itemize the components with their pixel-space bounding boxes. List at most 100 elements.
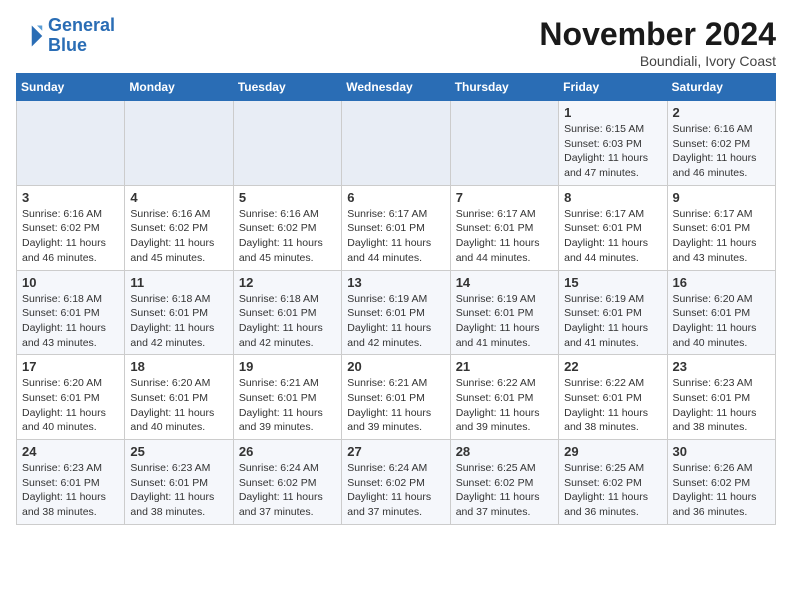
day-info: Sunrise: 6:23 AMSunset: 6:01 PMDaylight:…	[673, 376, 770, 435]
logo-line2: Blue	[48, 35, 87, 55]
calendar-cell: 10 Sunrise: 6:18 AMSunset: 6:01 PMDayligh…	[17, 270, 125, 355]
calendar-cell: 3 Sunrise: 6:16 AMSunset: 6:02 PMDaylight…	[17, 185, 125, 270]
logo-icon	[16, 22, 44, 50]
day-info: Sunrise: 6:23 AMSunset: 6:01 PMDaylight:…	[130, 461, 227, 520]
day-number: 3	[22, 190, 119, 205]
logo-text: General Blue	[48, 16, 115, 56]
day-number: 8	[564, 190, 661, 205]
day-info: Sunrise: 6:16 AMSunset: 6:02 PMDaylight:…	[130, 207, 227, 266]
calendar-cell: 21 Sunrise: 6:22 AMSunset: 6:01 PMDayligh…	[450, 355, 558, 440]
calendar-cell: 20 Sunrise: 6:21 AMSunset: 6:01 PMDayligh…	[342, 355, 450, 440]
week-row-5: 24 Sunrise: 6:23 AMSunset: 6:01 PMDayligh…	[17, 440, 776, 525]
day-info: Sunrise: 6:18 AMSunset: 6:01 PMDaylight:…	[130, 292, 227, 351]
day-info: Sunrise: 6:19 AMSunset: 6:01 PMDaylight:…	[564, 292, 661, 351]
day-number: 12	[239, 275, 336, 290]
day-number: 9	[673, 190, 770, 205]
day-info: Sunrise: 6:15 AMSunset: 6:03 PMDaylight:…	[564, 122, 661, 181]
day-number: 16	[673, 275, 770, 290]
day-number: 19	[239, 359, 336, 374]
day-number: 30	[673, 444, 770, 459]
calendar-cell: 17 Sunrise: 6:20 AMSunset: 6:01 PMDayligh…	[17, 355, 125, 440]
calendar-cell: 27 Sunrise: 6:24 AMSunset: 6:02 PMDayligh…	[342, 440, 450, 525]
header-saturday: Saturday	[667, 74, 775, 101]
week-row-4: 17 Sunrise: 6:20 AMSunset: 6:01 PMDayligh…	[17, 355, 776, 440]
day-number: 2	[673, 105, 770, 120]
day-info: Sunrise: 6:22 AMSunset: 6:01 PMDaylight:…	[456, 376, 553, 435]
day-info: Sunrise: 6:17 AMSunset: 6:01 PMDaylight:…	[564, 207, 661, 266]
calendar-cell: 23 Sunrise: 6:23 AMSunset: 6:01 PMDayligh…	[667, 355, 775, 440]
calendar-cell	[17, 101, 125, 186]
calendar-cell: 16Sunrise: 6:20 AMSunset: 6:01 PMDayligh…	[667, 270, 775, 355]
day-number: 5	[239, 190, 336, 205]
day-info: Sunrise: 6:18 AMSunset: 6:01 PMDaylight:…	[239, 292, 336, 351]
day-number: 29	[564, 444, 661, 459]
day-info: Sunrise: 6:17 AMSunset: 6:01 PMDaylight:…	[347, 207, 444, 266]
calendar-cell: 12 Sunrise: 6:18 AMSunset: 6:01 PMDayligh…	[233, 270, 341, 355]
calendar-cell: 8 Sunrise: 6:17 AMSunset: 6:01 PMDaylight…	[559, 185, 667, 270]
day-number: 23	[673, 359, 770, 374]
header-friday: Friday	[559, 74, 667, 101]
day-info: Sunrise: 6:26 AMSunset: 6:02 PMDaylight:…	[673, 461, 770, 520]
calendar-cell: 28 Sunrise: 6:25 AMSunset: 6:02 PMDayligh…	[450, 440, 558, 525]
week-row-2: 3 Sunrise: 6:16 AMSunset: 6:02 PMDaylight…	[17, 185, 776, 270]
calendar-cell	[342, 101, 450, 186]
day-info: Sunrise: 6:24 AMSunset: 6:02 PMDaylight:…	[347, 461, 444, 520]
day-number: 22	[564, 359, 661, 374]
calendar-cell: 22 Sunrise: 6:22 AMSunset: 6:01 PMDayligh…	[559, 355, 667, 440]
header-wednesday: Wednesday	[342, 74, 450, 101]
day-number: 25	[130, 444, 227, 459]
day-info: Sunrise: 6:25 AMSunset: 6:02 PMDaylight:…	[564, 461, 661, 520]
weekday-header-row: Sunday Monday Tuesday Wednesday Thursday…	[17, 74, 776, 101]
calendar-cell: 5 Sunrise: 6:16 AMSunset: 6:02 PMDaylight…	[233, 185, 341, 270]
calendar-cell: 30 Sunrise: 6:26 AMSunset: 6:02 PMDayligh…	[667, 440, 775, 525]
calendar-cell: 29 Sunrise: 6:25 AMSunset: 6:02 PMDayligh…	[559, 440, 667, 525]
day-info: Sunrise: 6:21 AMSunset: 6:01 PMDaylight:…	[239, 376, 336, 435]
day-info: Sunrise: 6:24 AMSunset: 6:02 PMDaylight:…	[239, 461, 336, 520]
calendar-cell: 2 Sunrise: 6:16 AMSunset: 6:02 PMDaylight…	[667, 101, 775, 186]
header-sunday: Sunday	[17, 74, 125, 101]
day-info: Sunrise: 6:21 AMSunset: 6:01 PMDaylight:…	[347, 376, 444, 435]
day-info: Sunrise: 6:19 AMSunset: 6:01 PMDaylight:…	[456, 292, 553, 351]
day-number: 13	[347, 275, 444, 290]
month-title: November 2024	[539, 16, 776, 53]
day-info: Sunrise: 6:22 AMSunset: 6:01 PMDaylight:…	[564, 376, 661, 435]
day-number: 27	[347, 444, 444, 459]
logo-line1: General	[48, 15, 115, 35]
day-info: Sunrise: 6:20 AMSunset: 6:01 PMDaylight:…	[22, 376, 119, 435]
day-info: Sunrise: 6:16 AMSunset: 6:02 PMDaylight:…	[239, 207, 336, 266]
day-number: 7	[456, 190, 553, 205]
day-number: 26	[239, 444, 336, 459]
day-info: Sunrise: 6:17 AMSunset: 6:01 PMDaylight:…	[456, 207, 553, 266]
day-info: Sunrise: 6:16 AMSunset: 6:02 PMDaylight:…	[673, 122, 770, 181]
day-number: 21	[456, 359, 553, 374]
day-info: Sunrise: 6:16 AMSunset: 6:02 PMDaylight:…	[22, 207, 119, 266]
day-number: 15	[564, 275, 661, 290]
day-info: Sunrise: 6:25 AMSunset: 6:02 PMDaylight:…	[456, 461, 553, 520]
day-number: 1	[564, 105, 661, 120]
calendar-cell: 13Sunrise: 6:19 AMSunset: 6:01 PMDayligh…	[342, 270, 450, 355]
day-info: Sunrise: 6:18 AMSunset: 6:01 PMDaylight:…	[22, 292, 119, 351]
header-monday: Monday	[125, 74, 233, 101]
day-number: 4	[130, 190, 227, 205]
calendar-cell: 18 Sunrise: 6:20 AMSunset: 6:01 PMDayligh…	[125, 355, 233, 440]
calendar-cell: 9 Sunrise: 6:17 AMSunset: 6:01 PMDaylight…	[667, 185, 775, 270]
day-info: Sunrise: 6:20 AMSunset: 6:01 PMDaylight:…	[130, 376, 227, 435]
calendar-cell: 15 Sunrise: 6:19 AMSunset: 6:01 PMDayligh…	[559, 270, 667, 355]
day-number: 14	[456, 275, 553, 290]
day-info: Sunrise: 6:17 AMSunset: 6:01 PMDaylight:…	[673, 207, 770, 266]
calendar-cell: 26 Sunrise: 6:24 AMSunset: 6:02 PMDayligh…	[233, 440, 341, 525]
day-number: 24	[22, 444, 119, 459]
calendar-cell: 14 Sunrise: 6:19 AMSunset: 6:01 PMDayligh…	[450, 270, 558, 355]
logo: General Blue	[16, 16, 115, 56]
calendar-cell	[125, 101, 233, 186]
header-tuesday: Tuesday	[233, 74, 341, 101]
day-number: 10	[22, 275, 119, 290]
day-number: 20	[347, 359, 444, 374]
day-number: 28	[456, 444, 553, 459]
page-header: General Blue November 2024 Boundiali, Iv…	[16, 16, 776, 69]
day-info: Sunrise: 6:23 AMSunset: 6:01 PMDaylight:…	[22, 461, 119, 520]
calendar-cell: 24 Sunrise: 6:23 AMSunset: 6:01 PMDayligh…	[17, 440, 125, 525]
day-number: 17	[22, 359, 119, 374]
day-number: 18	[130, 359, 227, 374]
calendar-cell: 25 Sunrise: 6:23 AMSunset: 6:01 PMDayligh…	[125, 440, 233, 525]
